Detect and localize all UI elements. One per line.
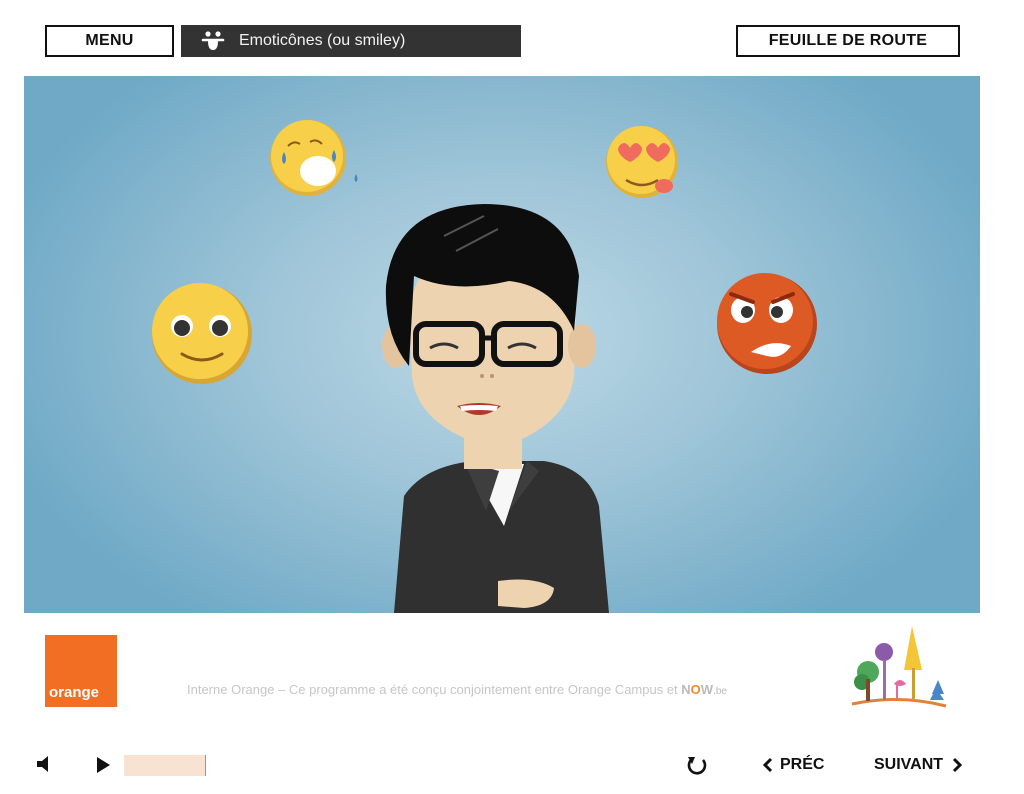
previous-label: PRÉC xyxy=(780,756,825,773)
lesson-title: Emoticônes (ou smiley) xyxy=(239,32,406,49)
lesson-title-bar: Emoticônes (ou smiley) xyxy=(181,25,521,57)
chevron-left-icon xyxy=(762,757,773,773)
smiley-tongue-icon xyxy=(201,31,225,50)
crying-emoji xyxy=(270,120,358,196)
replay-icon[interactable] xyxy=(686,754,708,776)
orange-logo-text: orange xyxy=(49,684,100,701)
now-logo-w: W xyxy=(700,682,714,697)
now-logo-o: O xyxy=(690,682,701,697)
next-button[interactable]: SUIVANT xyxy=(874,756,963,774)
presenter-character xyxy=(382,204,609,613)
character-illustration xyxy=(152,120,817,613)
previous-button[interactable]: PRÉC xyxy=(762,756,824,774)
now-logo-domain: .be xyxy=(713,686,727,697)
now-logo: NOW xyxy=(681,682,713,697)
progress-bar[interactable] xyxy=(124,755,206,776)
footer-notice-text: Interne Orange – Ce programme a été conç… xyxy=(187,682,682,697)
angry-emoji xyxy=(717,273,817,374)
menu-button[interactable]: MENU xyxy=(45,25,174,57)
next-label: SUIVANT xyxy=(874,756,944,773)
happy-emoji xyxy=(152,283,252,384)
heart-eyes-emoji xyxy=(606,126,678,198)
now-logo-n: N xyxy=(681,682,691,697)
volume-icon[interactable] xyxy=(36,754,52,774)
campus-trees-logo xyxy=(851,626,947,708)
chevron-right-icon xyxy=(952,757,963,773)
animation-stage xyxy=(24,76,980,613)
roadmap-button[interactable]: FEUILLE DE ROUTE xyxy=(736,25,960,57)
orange-logo: orange xyxy=(45,635,117,707)
footer-notice: Interne Orange – Ce programme a été conç… xyxy=(187,682,727,697)
play-icon[interactable] xyxy=(95,756,111,774)
